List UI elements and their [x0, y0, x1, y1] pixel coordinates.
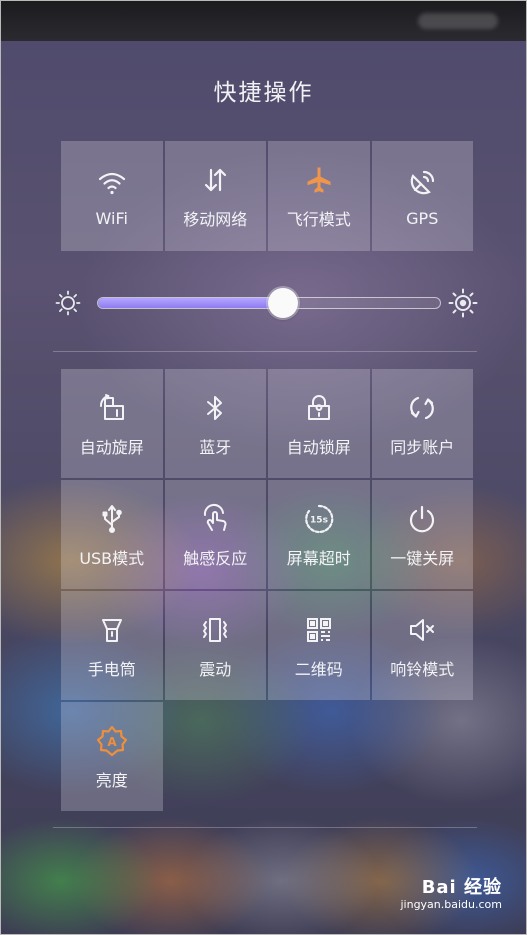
toggle-label: 触感反应	[183, 548, 248, 568]
power-icon	[404, 501, 440, 537]
screen-frame: 快捷操作 WiFi 移动网络 飞行模式 GPS 自动旋屏 蓝牙 自动锁屏 同步账…	[0, 0, 527, 935]
toggle-screen-timeout[interactable]: 15s 屏幕超时	[268, 480, 370, 589]
toggle-qr-code[interactable]: 二维码	[268, 591, 370, 700]
auto-lock-icon	[301, 390, 337, 426]
toggle-label: 响铃模式	[390, 659, 455, 679]
svg-text:A: A	[107, 735, 117, 749]
gps-icon	[404, 165, 440, 201]
toggle-ring-mode[interactable]: 响铃模式	[371, 591, 473, 700]
watermark-url: jingyan.baidu.com	[400, 898, 502, 911]
toggle-label: 飞行模式	[286, 210, 351, 229]
screen-timeout-icon: 15s	[301, 501, 337, 537]
toggle-mobile-data[interactable]: 移动网络	[164, 141, 266, 251]
touch-feedback-icon	[197, 501, 233, 537]
airplane-icon	[301, 162, 337, 198]
toggle-label: 蓝牙	[199, 437, 232, 457]
qr-code-icon	[301, 612, 337, 648]
panel-title: 快捷操作	[213, 80, 314, 106]
toggle-auto-lock[interactable]: 自动锁屏	[268, 369, 370, 478]
toggle-auto-rotate[interactable]: 自动旋屏	[61, 369, 163, 478]
bluetooth-icon	[197, 390, 233, 426]
sync-icon	[404, 390, 440, 426]
toggle-sync-account[interactable]: 同步账户	[371, 369, 473, 478]
brightness-high-icon	[448, 288, 478, 318]
brightness-slider[interactable]	[97, 288, 441, 318]
status-bar	[1, 1, 526, 41]
brightness-slider-row	[51, 283, 481, 323]
status-icons	[418, 13, 498, 29]
mobile-data-icon	[197, 162, 233, 198]
toggle-grid: 自动旋屏 蓝牙 自动锁屏 同步账户 USB模式 触感反应 15s 屏幕超时 一键…	[61, 369, 473, 811]
auto-brightness-icon: A	[94, 723, 130, 759]
top-toggle-row: WiFi 移动网络 飞行模式 GPS	[61, 141, 473, 251]
brightness-slider-knob[interactable]	[267, 288, 298, 318]
auto-rotate-icon	[94, 390, 130, 426]
divider	[53, 351, 477, 352]
toggle-label: 二维码	[294, 659, 343, 679]
toggle-bluetooth[interactable]: 蓝牙	[164, 369, 266, 478]
toggle-label: 亮度	[95, 770, 128, 790]
toggle-label: 手电筒	[87, 659, 136, 679]
toggle-brightness[interactable]: A 亮度	[61, 702, 163, 811]
toggle-vibrate[interactable]: 震动	[164, 591, 266, 700]
brightness-low-icon	[55, 290, 81, 316]
toggle-label: GPS	[406, 208, 439, 228]
watermark-logo: Bai 经验	[421, 877, 502, 898]
toggle-flashlight[interactable]: 手电筒	[61, 591, 163, 700]
toggle-label: 屏幕超时	[286, 548, 351, 568]
wifi-icon	[94, 165, 130, 201]
divider	[53, 827, 477, 828]
toggle-touch-feedback[interactable]: 触感反应	[164, 480, 266, 589]
mute-icon	[404, 612, 440, 648]
usb-icon	[94, 501, 130, 537]
svg-text:15s: 15s	[310, 515, 328, 525]
toggle-gps[interactable]: GPS	[371, 141, 473, 251]
toggle-label: 自动旋屏	[79, 437, 144, 457]
toggle-airplane[interactable]: 飞行模式	[268, 141, 370, 251]
toggle-label: USB模式	[79, 548, 145, 568]
toggle-label: 自动锁屏	[286, 437, 351, 457]
toggle-label: 震动	[199, 659, 232, 679]
toggle-label: 同步账户	[390, 437, 455, 457]
vibrate-icon	[197, 612, 233, 648]
flashlight-icon	[94, 612, 130, 648]
toggle-label: WiFi	[95, 208, 128, 228]
brightness-slider-fill	[98, 298, 283, 308]
toggle-label: 移动网络	[183, 210, 248, 229]
toggle-wifi[interactable]: WiFi	[61, 141, 163, 251]
toggle-label: 一键关屏	[390, 548, 455, 568]
toggle-screen-off[interactable]: 一键关屏	[371, 480, 473, 589]
watermark: Bai 经验 jingyan.baidu.com	[400, 873, 502, 911]
toggle-usb-mode[interactable]: USB模式	[61, 480, 163, 589]
